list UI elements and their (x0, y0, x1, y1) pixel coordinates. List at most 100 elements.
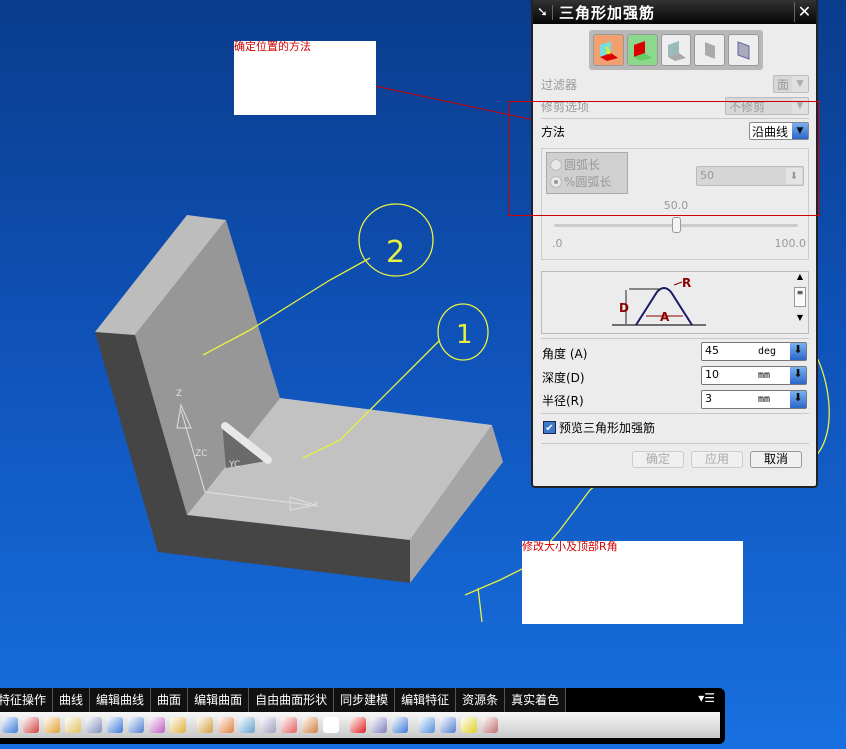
axis-zc-label: ZC (195, 449, 207, 459)
toolbar-tool-icon[interactable] (323, 717, 339, 733)
ribbon-tab[interactable]: 编辑特征 (395, 688, 457, 712)
radius-unit: mm (758, 394, 771, 405)
radius-label: 半径(R) (542, 394, 584, 408)
depth-value: 10 (705, 368, 719, 381)
diagram-scrollbar[interactable]: ▲ ≡ ▼ (792, 272, 808, 333)
slider-max: 100.0 (774, 237, 807, 250)
angle-input[interactable]: 45 deg ⬇ (701, 342, 807, 361)
cancel-button[interactable]: 取消 (750, 451, 802, 468)
preview-checkbox[interactable]: ✔ 预览三角形加强筋 (543, 419, 655, 436)
rib-type-3-icon (667, 41, 686, 61)
ribbon-tab[interactable]: 自由曲面形状 (249, 688, 335, 712)
ribbon-tab[interactable]: 编辑曲线 (90, 688, 152, 712)
angle-value: 45 (705, 344, 719, 357)
toolbar-tool-icon[interactable] (23, 717, 39, 733)
dialog-title: 三角形加强筋 (559, 3, 656, 22)
depth-label: 深度(D) (542, 371, 585, 385)
scroll-thumb[interactable]: ≡ (794, 287, 806, 307)
divider (541, 413, 809, 414)
rib-type-2-icon (634, 41, 653, 61)
toolbar-tool-icon[interactable] (392, 717, 408, 733)
diagram-label-r: R (682, 276, 691, 290)
t-mark (477, 587, 483, 623)
rib-type-1-button[interactable] (593, 34, 624, 66)
scroll-down-icon[interactable]: ▼ (792, 313, 808, 322)
scroll-up-icon[interactable]: ▲ (792, 272, 808, 281)
slider-thumb[interactable] (672, 217, 681, 233)
note-size-text: 修改大小及顶部R角 (522, 540, 618, 553)
toolbar-tool-icon[interactable] (260, 717, 276, 733)
ribbon-tab[interactable]: 曲线 (53, 688, 91, 712)
radius-value: 3 (705, 392, 712, 405)
toolbar-tool-icon[interactable] (149, 717, 165, 733)
diagram-label-a: A (660, 310, 670, 324)
toolbar-tool-icon[interactable] (371, 717, 387, 733)
toolbar-tool-icon[interactable] (170, 717, 186, 733)
preview-label: 预览三角形加强筋 (559, 421, 656, 435)
depth-unit: mm (758, 370, 771, 381)
angle-label: 角度 (A) (542, 347, 588, 361)
ribbon-tab[interactable]: 真实着色 (505, 688, 567, 712)
angle-unit: deg (758, 346, 777, 357)
axis-x-label: X (313, 500, 319, 509)
filter-row: 过滤器 面 ▼ (541, 74, 809, 94)
filter-value: 面 (776, 77, 789, 92)
toolbar-tool-icon[interactable] (350, 717, 366, 733)
circle-1-label: 1 (456, 320, 473, 350)
toolbar-tool-icon[interactable] (128, 717, 144, 733)
axis-z-label: Z (176, 389, 182, 399)
toolbar-tool-icon[interactable] (65, 717, 81, 733)
divider (541, 443, 809, 444)
toolbar-tool-icon[interactable] (239, 717, 255, 733)
note-method: 确定位置的方法 (234, 41, 376, 115)
toolbar-tool-icon[interactable] (482, 717, 498, 733)
note-size: 修改大小及顶部R角 (522, 541, 743, 624)
arrow-down-icon[interactable]: ⬇ (790, 391, 806, 408)
toolbar-tool-icon[interactable] (281, 717, 297, 733)
depth-input[interactable]: 10 mm ⬇ (701, 366, 807, 385)
toolbar-tool-icon[interactable] (2, 717, 18, 733)
note-method-text: 确定位置的方法 (234, 40, 311, 53)
toolbar-menu-icon[interactable]: ▾☰ (698, 691, 715, 705)
toolbar-tool-icon[interactable] (107, 717, 123, 733)
rib-type-4-button[interactable] (694, 34, 726, 66)
toolbar-tool-icon[interactable] (461, 717, 477, 733)
checkbox-checked-icon: ✔ (543, 421, 556, 434)
slider-min: .0 (552, 237, 563, 250)
axis-yc-label: YC (228, 460, 240, 470)
toolbar-tool-icon[interactable] (44, 717, 60, 733)
rib-diagram: R D A ▲ ≡ ▼ (541, 271, 809, 334)
pin-icon[interactable]: ➘ (533, 4, 553, 20)
toolbar-tool-icon[interactable] (86, 717, 102, 733)
filter-select[interactable]: 面 ▼ (773, 75, 809, 93)
rib-type-5-button[interactable] (728, 34, 759, 66)
ribbon-tab[interactable]: 特征操作 (0, 688, 54, 712)
filter-label: 过滤器 (541, 77, 578, 92)
arrow-down-icon[interactable]: ⬇ (790, 367, 806, 384)
rib-type-selector (589, 30, 763, 70)
toolbar-tool-icon[interactable] (197, 717, 213, 733)
rib-profile-diagram: R D A (612, 276, 706, 326)
toolbar-tool-icon[interactable] (302, 717, 318, 733)
rib-type-5-icon (737, 41, 750, 60)
divider (541, 338, 809, 339)
toolbar-tool-icon[interactable] (419, 717, 435, 733)
toolbar-tool-icon[interactable] (440, 717, 456, 733)
ribbon-toolbar: 特征操作 曲线 编辑曲线 曲面 编辑曲面 自由曲面形状 同步建模 编辑特征 资源条 真实着色 ▾☰ (0, 688, 725, 744)
radius-input[interactable]: 3 mm ⬇ (701, 390, 807, 409)
apply-button[interactable]: 应用 (691, 451, 743, 468)
arrow-down-icon[interactable]: ⬇ (790, 343, 806, 360)
ribbon-tab[interactable]: 曲面 (151, 688, 189, 712)
ok-button[interactable]: 确定 (632, 451, 684, 468)
ribbon-tab[interactable]: 同步建模 (334, 688, 396, 712)
rib-type-2-button[interactable] (626, 34, 658, 66)
ribbon-tab[interactable]: 资源条 (456, 688, 506, 712)
rib-type-3-button[interactable] (660, 34, 692, 66)
position-slider[interactable] (554, 217, 798, 233)
chevron-down-icon: ▼ (792, 76, 808, 92)
dialog-titlebar[interactable]: ➘ 三角形加强筋 ✕ (533, 0, 816, 24)
circle-2-label: 2 (386, 235, 405, 270)
ribbon-tab[interactable]: 编辑曲面 (188, 688, 250, 712)
toolbar-tool-icon[interactable] (218, 717, 234, 733)
close-icon[interactable]: ✕ (794, 2, 814, 22)
